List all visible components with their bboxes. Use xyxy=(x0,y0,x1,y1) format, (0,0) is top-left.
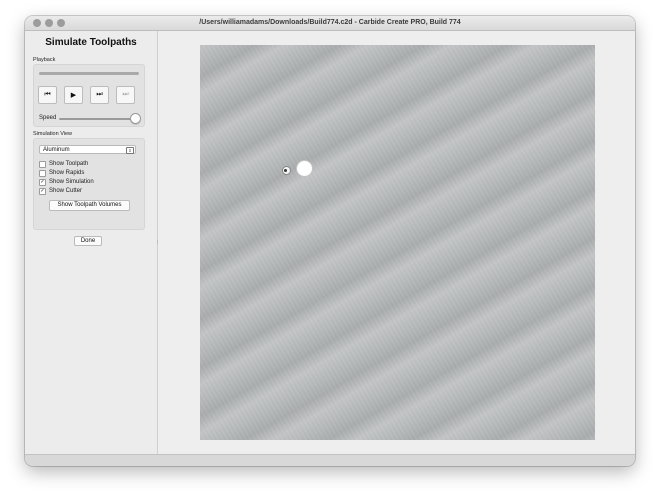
step-forward-button[interactable]: ⏭ xyxy=(90,86,109,104)
show-toolpath-volumes-button[interactable]: Show Toolpath Volumes xyxy=(49,200,130,211)
skip-to-end-button[interactable]: ⏭ xyxy=(116,86,135,104)
material-select[interactable]: Aluminum ⇕ xyxy=(39,145,136,154)
play-button[interactable]: ▶ xyxy=(64,86,83,104)
show-toolpath-row[interactable]: Show Toolpath xyxy=(39,160,88,168)
simulate-sidebar: Simulate Toolpaths Playback ⏮ ▶ ⏭ ⏭ Spee… xyxy=(25,31,158,455)
speed-label: Speed xyxy=(39,115,57,121)
simulation-view-panel: Aluminum ⇕ Show Toolpath Show Rapids ✓ S… xyxy=(33,138,145,230)
show-rapids-label: Show Rapids xyxy=(49,170,85,176)
rewind-button[interactable]: ⏮ xyxy=(38,86,57,104)
step-forward-icon: ⏭ xyxy=(96,91,103,98)
cutter-tool xyxy=(296,160,313,177)
play-icon: ▶ xyxy=(70,92,77,99)
window-title: /Users/williamadams/Downloads/Build774.c… xyxy=(199,19,461,26)
app-window: /Users/williamadams/Downloads/Build774.c… xyxy=(25,16,635,466)
skip-to-end-icon: ⏭ xyxy=(122,91,129,98)
show-simulation-row[interactable]: ✓ Show Simulation xyxy=(39,178,94,186)
playback-progress-bar[interactable] xyxy=(39,72,139,75)
simulation-view-label: Simulation View xyxy=(33,131,73,137)
show-rapids-checkbox[interactable] xyxy=(39,169,46,177)
done-button[interactable]: Done xyxy=(74,236,102,246)
sidebar-title: Simulate Toolpaths xyxy=(45,37,137,48)
title-bar[interactable]: /Users/williamadams/Downloads/Build774.c… xyxy=(25,16,635,31)
playback-panel: ⏮ ▶ ⏭ ⏭ Speed xyxy=(33,64,145,127)
show-cutter-checkbox[interactable]: ✓ xyxy=(39,187,46,195)
show-cutter-label: Show Cutter xyxy=(49,188,83,194)
cut-mark xyxy=(282,166,291,175)
status-bar xyxy=(25,454,635,466)
material-select-value: Aluminum xyxy=(43,147,70,153)
show-rapids-row[interactable]: Show Rapids xyxy=(39,169,84,177)
show-simulation-checkbox[interactable]: ✓ xyxy=(39,178,46,186)
speed-slider-thumb[interactable] xyxy=(130,113,141,124)
playback-label: Playback xyxy=(33,57,56,63)
cut-dot xyxy=(284,169,287,172)
skip-to-start-icon: ⏮ xyxy=(44,91,51,98)
show-simulation-label: Show Simulation xyxy=(49,179,94,185)
speed-slider-track[interactable] xyxy=(59,118,138,120)
simulation-canvas[interactable] xyxy=(158,31,635,455)
show-cutter-row[interactable]: ✓ Show Cutter xyxy=(39,187,82,195)
show-toolpath-label: Show Toolpath xyxy=(49,161,89,167)
select-arrows-icon: ⇕ xyxy=(126,147,134,154)
aluminum-stock-surface[interactable] xyxy=(200,45,595,440)
show-toolpath-checkbox[interactable] xyxy=(39,160,46,168)
